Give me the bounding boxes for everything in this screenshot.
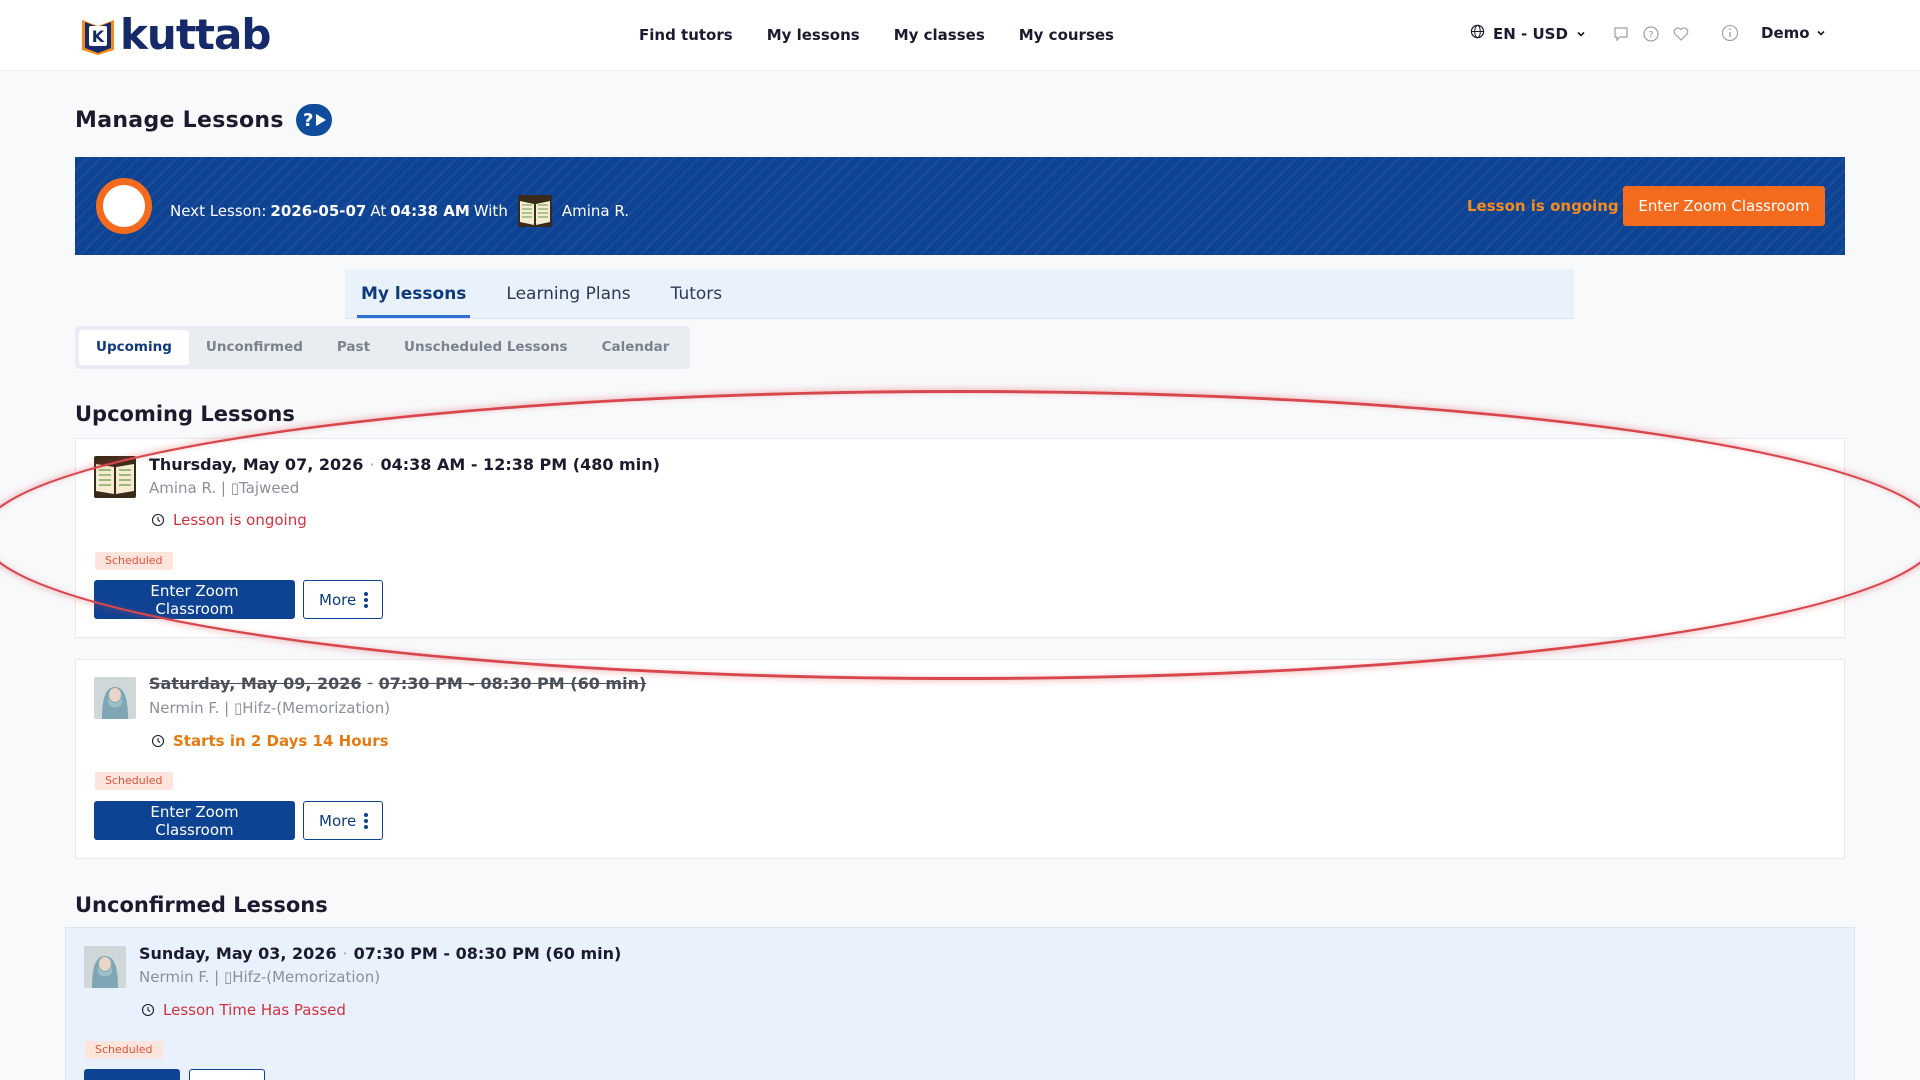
- user-name: Demo: [1761, 24, 1810, 42]
- lesson-status-text: Starts in 2 Days 14 Hours: [173, 732, 389, 750]
- svg-text:?: ?: [1648, 30, 1653, 41]
- user-menu[interactable]: Demo: [1761, 24, 1826, 42]
- subtab-unscheduled[interactable]: Unscheduled Lessons: [387, 330, 585, 365]
- banner-enter-zoom-button[interactable]: Enter Zoom Classroom: [1623, 186, 1825, 226]
- language-currency-selector[interactable]: EN - USD: [1470, 24, 1586, 43]
- enter-zoom-button[interactable]: Enter Zoom Classroom: [94, 580, 295, 619]
- lesson-avatar: [84, 946, 126, 988]
- more-button[interactable]: More: [303, 801, 384, 840]
- page-title: Manage Lessons: [75, 107, 284, 133]
- lesson-status: Lesson Time Has Passed: [141, 1001, 346, 1019]
- main-nav: Find tutors My lessons My classes My cou…: [639, 24, 1114, 46]
- language-currency-label: EN - USD: [1493, 24, 1568, 43]
- tab-tutors[interactable]: Tutors: [667, 284, 727, 318]
- more-label: More: [319, 590, 357, 609]
- subtab-calendar[interactable]: Calendar: [585, 330, 687, 365]
- status-badge: Scheduled: [95, 772, 173, 790]
- lesson-time: 07:30 PM - 08:30 PM (60 min): [378, 674, 647, 693]
- lesson-tutor-subject: Amina R. | ▯Tajweed: [149, 479, 300, 497]
- lesson-date: Sunday, May 03, 2026: [139, 944, 337, 963]
- next-lesson-date: 2026-05-07: [270, 202, 367, 220]
- next-lesson-with: With: [473, 202, 508, 220]
- kebab-icon: [364, 591, 369, 608]
- tutor-avatar: [517, 195, 552, 227]
- lesson-datetime: Saturday, May 09, 2026 · 07:30 PM - 08:30 …: [149, 674, 647, 693]
- chevron-down-icon: [1816, 24, 1826, 42]
- nav-find-tutors[interactable]: Find tutors: [639, 24, 733, 46]
- lesson-status: Lesson is ongoing: [151, 511, 307, 529]
- lesson-status-text: Lesson is ongoing: [173, 511, 307, 529]
- more-label: More: [319, 811, 357, 830]
- subtab-past[interactable]: Past: [320, 330, 387, 365]
- logo-text: kuttab: [120, 10, 271, 59]
- lesson-avatar: [94, 677, 136, 719]
- nav-my-lessons[interactable]: My lessons: [767, 24, 860, 46]
- clock-icon: [151, 734, 165, 748]
- lesson-date: Saturday, May 09, 2026: [149, 674, 362, 693]
- help-icon[interactable]: ?: [1642, 25, 1660, 43]
- nav-my-courses[interactable]: My courses: [1019, 24, 1114, 46]
- subtab-upcoming[interactable]: Upcoming: [79, 330, 189, 365]
- page-title-row: Manage Lessons ?: [75, 104, 332, 136]
- next-lesson-banner: Next Lesson: 2026-05-07 At 04:38 AM With…: [75, 157, 1845, 255]
- unconfirmed-lesson-card: Sunday, May 03, 2026 · 07:30 PM - 08:30 PM…: [65, 927, 1855, 1080]
- unconfirmed-lessons-heading: Unconfirmed Lessons: [75, 893, 328, 917]
- lesson-datetime: Sunday, May 03, 2026 · 07:30 PM - 08:30 PM…: [139, 944, 622, 963]
- lesson-filter-tabs: Upcoming Unconfirmed Past Unscheduled Le…: [75, 326, 691, 369]
- main-tabs: My lessons Learning Plans Tutors: [345, 269, 1574, 319]
- next-lesson-prefix: Next Lesson:: [170, 202, 267, 220]
- logo-book-icon: K: [78, 14, 118, 56]
- heart-icon[interactable]: [1672, 25, 1690, 43]
- kebab-icon: [364, 812, 369, 829]
- clock-icon: [141, 1003, 155, 1017]
- svg-text:K: K: [92, 27, 105, 46]
- next-lesson-time: 04:38 AM: [390, 202, 470, 220]
- status-badge: Scheduled: [95, 552, 173, 570]
- chevron-down-icon: [1576, 25, 1586, 43]
- next-lesson-tutor: Amina R.: [561, 202, 629, 220]
- clock-icon: [151, 513, 165, 527]
- top-navigation-bar: K kuttab Find tutors My lessons My class…: [0, 0, 1920, 71]
- nav-my-classes[interactable]: My classes: [894, 24, 985, 46]
- kuttab-logo[interactable]: K kuttab: [78, 10, 271, 59]
- tab-my-lessons[interactable]: My lessons: [357, 284, 471, 318]
- next-lesson-info: Next Lesson: 2026-05-07 At 04:38 AM With…: [170, 195, 629, 227]
- lesson-tutor-subject: Nermin F. | ▯Hifz-(Memorization): [139, 968, 381, 986]
- more-button-partial[interactable]: [189, 1069, 265, 1080]
- upcoming-lessons-heading: Upcoming Lessons: [75, 402, 295, 426]
- status-badge: Scheduled: [85, 1041, 163, 1059]
- lesson-status: Starts in 2 Days 14 Hours: [151, 732, 389, 750]
- lesson-card: Thursday, May 07, 2026 · 04:38 AM - 12:38 …: [75, 438, 1845, 638]
- play-help-icon[interactable]: ?: [295, 104, 332, 136]
- lesson-tutor-subject: Nermin F. | ▯Hifz-(Memorization): [149, 699, 391, 717]
- enter-zoom-button-partial[interactable]: [84, 1069, 180, 1080]
- enter-zoom-button[interactable]: Enter Zoom Classroom: [94, 801, 295, 840]
- header-utility-icons: ?: [1612, 25, 1690, 43]
- next-lesson-at: At: [370, 202, 387, 220]
- lesson-status-text: Lesson Time Has Passed: [163, 1001, 346, 1019]
- lesson-datetime: Thursday, May 07, 2026 · 04:38 AM - 12:38 …: [149, 455, 660, 474]
- globe-icon: [1470, 24, 1485, 43]
- info-icon[interactable]: [1721, 24, 1739, 42]
- chat-icon[interactable]: [1612, 25, 1630, 43]
- tab-learning-plans[interactable]: Learning Plans: [502, 284, 634, 318]
- lesson-avatar: [94, 456, 136, 498]
- more-button[interactable]: More: [303, 580, 384, 619]
- lesson-time: 07:30 PM - 08:30 PM (60 min): [353, 944, 622, 963]
- banner-lesson-status: Lesson is ongoing: [1467, 197, 1619, 215]
- lesson-date: Thursday, May 07, 2026: [149, 455, 364, 474]
- lesson-card: Saturday, May 09, 2026 · 07:30 PM - 08:30 …: [75, 659, 1845, 859]
- lesson-time: 04:38 AM - 12:38 PM (480 min): [380, 455, 660, 474]
- lesson-progress-ring: [96, 178, 152, 234]
- subtab-unconfirmed[interactable]: Unconfirmed: [189, 330, 320, 365]
